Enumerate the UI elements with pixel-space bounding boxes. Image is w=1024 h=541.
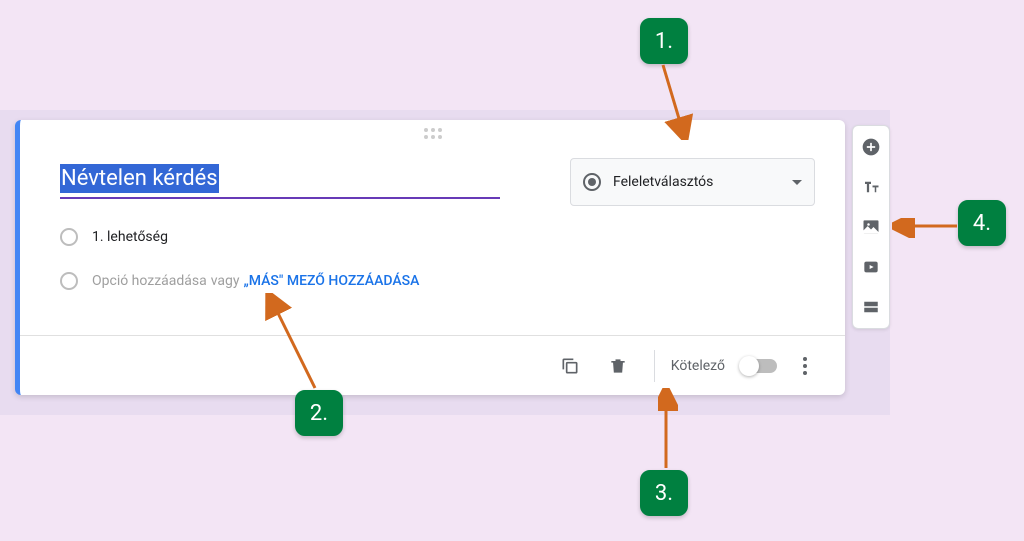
radio-option-icon — [60, 272, 78, 290]
or-text: vagy — [211, 273, 240, 289]
radio-option-icon — [60, 228, 78, 246]
required-label: Kötelező — [671, 358, 725, 374]
callout-label: 3. — [655, 481, 673, 506]
chevron-down-icon — [792, 180, 802, 185]
annotation-callout-1: 1. — [640, 18, 688, 64]
annotation-callout-4: 4. — [958, 200, 1006, 246]
question-type-dropdown[interactable]: Feleletválasztós — [570, 158, 815, 206]
callout-label: 2. — [310, 401, 328, 426]
required-toggle[interactable] — [741, 359, 777, 373]
arrow-4 — [892, 218, 962, 238]
add-question-button[interactable] — [860, 136, 882, 158]
annotation-callout-2: 2. — [295, 390, 343, 436]
more-vertical-icon — [803, 357, 807, 375]
add-section-button[interactable] — [860, 296, 882, 318]
add-other-link[interactable]: „MÁS" MEZŐ HOZZÁADÁSA — [244, 273, 420, 289]
question-card: Névtelen kérdés Feleletválasztós 1. lehe… — [15, 120, 845, 395]
toggle-knob — [739, 356, 759, 376]
add-option-text[interactable]: Opció hozzáadása — [92, 273, 207, 289]
more-options-button[interactable] — [785, 346, 825, 386]
callout-label: 4. — [973, 211, 991, 236]
question-title-text: Névtelen kérdés — [60, 164, 219, 193]
add-title-button[interactable] — [860, 176, 882, 198]
add-option-row: Opció hozzáadása vagy „MÁS" MEZŐ HOZZÁAD… — [60, 272, 419, 290]
delete-button[interactable] — [598, 346, 638, 386]
option-text: 1. lehetőség — [92, 229, 168, 245]
radio-icon — [583, 173, 601, 191]
drag-handle-icon[interactable] — [424, 128, 442, 139]
add-video-button[interactable] — [860, 256, 882, 278]
dropdown-label: Feleletválasztós — [613, 174, 792, 190]
divider — [654, 350, 655, 382]
callout-label: 1. — [655, 29, 673, 54]
side-toolbar — [852, 125, 890, 329]
question-title-input[interactable]: Névtelen kérdés — [60, 162, 500, 199]
add-image-button[interactable] — [860, 216, 882, 238]
card-footer: Kötelező — [20, 335, 845, 395]
annotation-callout-3: 3. — [640, 470, 688, 516]
duplicate-button[interactable] — [550, 346, 590, 386]
option-row[interactable]: 1. lehetőség — [60, 228, 168, 246]
